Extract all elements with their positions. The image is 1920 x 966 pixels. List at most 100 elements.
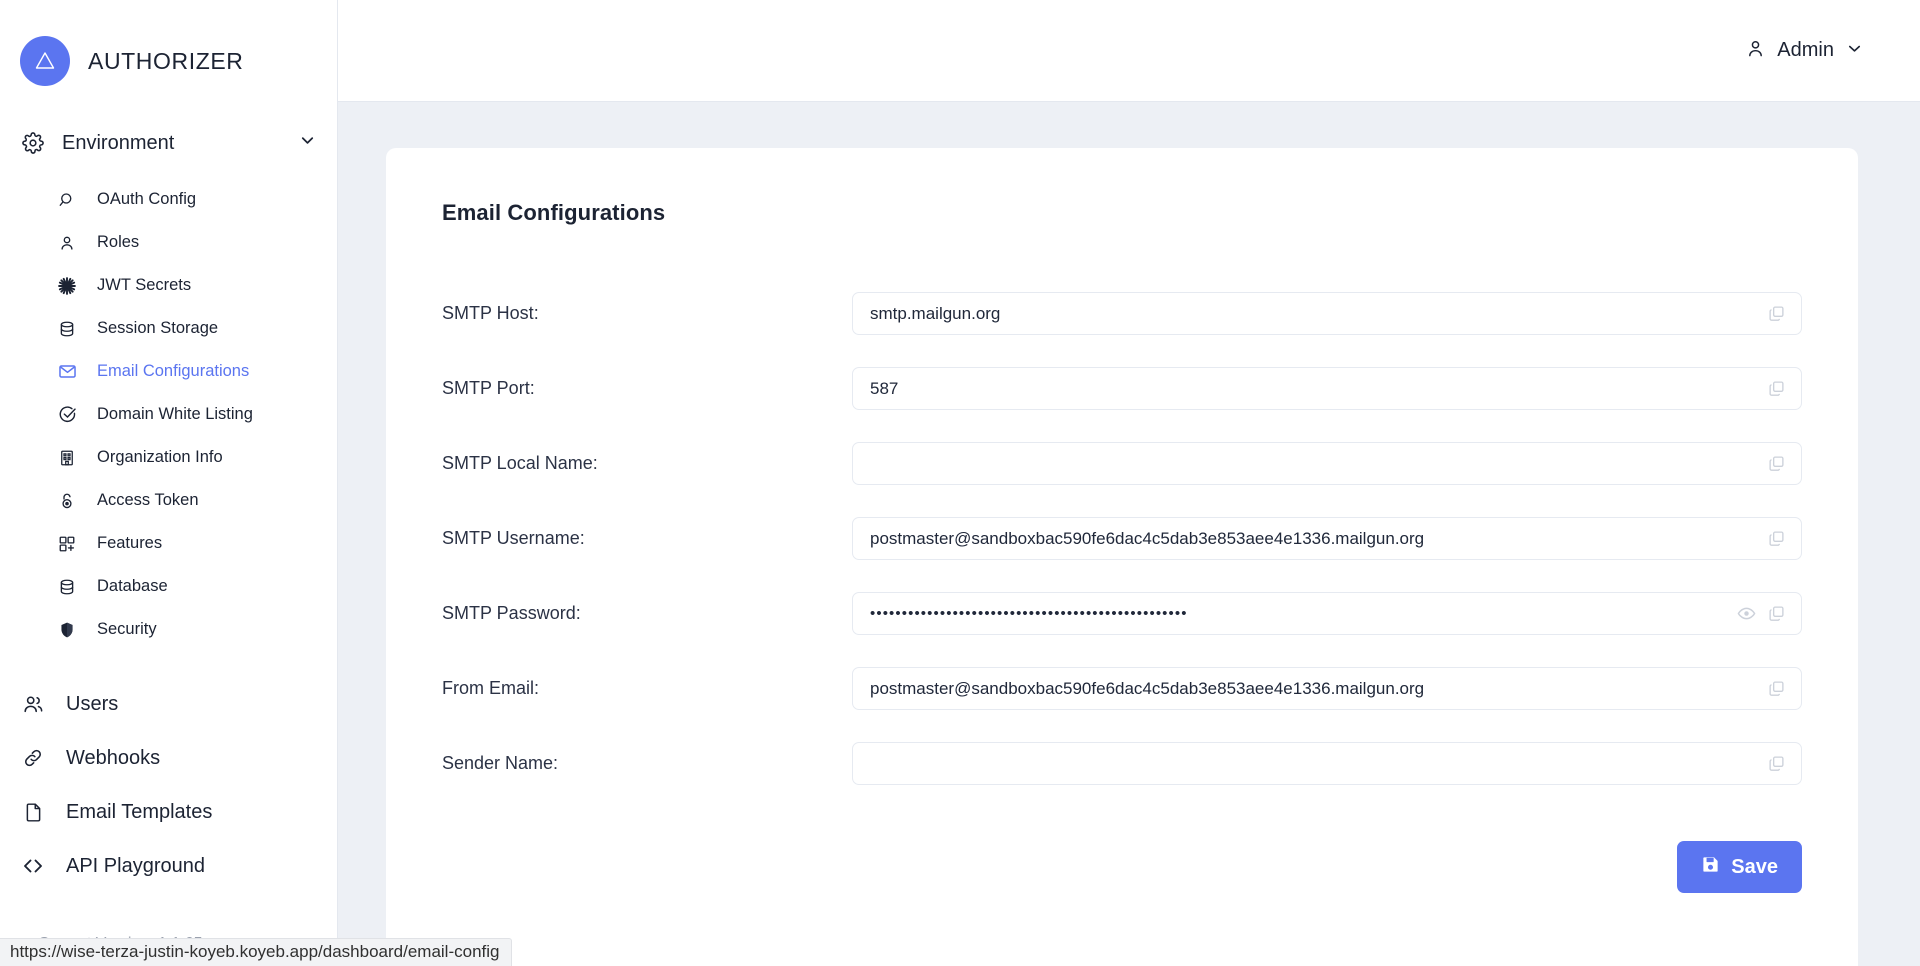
sidebar-mainnav: Users Webhooks Email Templates API Playg… xyxy=(0,677,337,893)
sidebar-item-users[interactable]: Users xyxy=(20,677,337,731)
code-icon xyxy=(20,854,46,878)
field-label: SMTP Port: xyxy=(442,378,852,399)
save-row: Save xyxy=(442,841,1802,893)
form-row-smtp-port: SMTP Port: 587 xyxy=(442,351,1802,426)
building-icon xyxy=(56,449,78,467)
users-icon xyxy=(20,693,46,715)
brand-name: AUTHORIZER xyxy=(88,48,244,75)
gear-icon xyxy=(20,132,46,154)
link-icon xyxy=(20,747,46,769)
shield-icon xyxy=(56,621,78,639)
app-root: AUTHORIZER Environment OAuth Config xyxy=(0,0,1920,966)
email-configurations-card: Email Configurations SMTP Host: smtp.mai… xyxy=(386,148,1858,966)
form-row-from-email: From Email: postmaster@sandboxbac590fe6d… xyxy=(442,651,1802,726)
sidebar-item-label: Roles xyxy=(97,233,139,252)
form-row-smtp-local-name: SMTP Local Name: xyxy=(442,426,1802,501)
page-title: Email Configurations xyxy=(442,200,1802,226)
sidebar-item-api-playground[interactable]: API Playground xyxy=(20,839,337,893)
copy-icon[interactable] xyxy=(1768,755,1785,772)
field-value: 587 xyxy=(853,379,1768,399)
database-icon xyxy=(56,578,78,596)
sidebar-environment-label: Environment xyxy=(62,132,282,155)
smtp-local-name-input[interactable] xyxy=(852,442,1802,485)
sidebar: AUTHORIZER Environment OAuth Config xyxy=(0,0,338,966)
field-label: SMTP Host: xyxy=(442,303,852,324)
unlock-icon xyxy=(56,492,78,510)
sidebar-item-label: API Playground xyxy=(66,855,205,878)
form-row-sender-name: Sender Name: xyxy=(442,726,1802,801)
sidebar-item-label: Security xyxy=(97,620,157,639)
copy-icon[interactable] xyxy=(1768,455,1785,472)
copy-icon[interactable] xyxy=(1768,605,1785,622)
sidebar-item-features[interactable]: Features xyxy=(56,522,337,565)
sidebar-item-session-storage[interactable]: Session Storage xyxy=(56,307,337,350)
sidebar-item-organization-info[interactable]: Organization Info xyxy=(56,436,337,479)
check-circle-icon xyxy=(56,405,78,424)
save-button-label: Save xyxy=(1731,856,1778,879)
email-config-form: SMTP Host: smtp.mailgun.org SMTP Port: xyxy=(442,276,1802,893)
search-icon xyxy=(56,191,78,209)
main-area: Admin Email Configurations SMTP Host: sm… xyxy=(338,0,1920,966)
save-button[interactable]: Save xyxy=(1677,841,1802,893)
copy-icon[interactable] xyxy=(1768,680,1785,697)
copy-icon[interactable] xyxy=(1768,530,1785,547)
sidebar-item-webhooks[interactable]: Webhooks xyxy=(20,731,337,785)
field-value: ••••••••••••••••••••••••••••••••••••••••… xyxy=(853,605,1737,622)
sidebar-item-label: Users xyxy=(66,693,118,716)
field-value: postmaster@sandboxbac590fe6dac4c5dab3e85… xyxy=(853,529,1768,549)
admin-label: Admin xyxy=(1777,39,1834,62)
sidebar-item-email-configurations[interactable]: Email Configurations xyxy=(56,350,337,393)
copy-icon[interactable] xyxy=(1768,380,1785,397)
save-icon xyxy=(1701,855,1720,880)
sidebar-item-label: Features xyxy=(97,534,162,553)
sidebar-item-email-templates[interactable]: Email Templates xyxy=(20,785,337,839)
sidebar-item-security[interactable]: Security xyxy=(56,608,337,651)
smtp-password-input[interactable]: ••••••••••••••••••••••••••••••••••••••••… xyxy=(852,592,1802,635)
field-value: postmaster@sandboxbac590fe6dac4c5dab3e85… xyxy=(853,679,1768,699)
sidebar-item-access-token[interactable]: Access Token xyxy=(56,479,337,522)
file-icon xyxy=(20,802,46,823)
sidebar-item-label: Session Storage xyxy=(97,319,218,338)
user-icon xyxy=(56,234,78,252)
eye-icon[interactable] xyxy=(1737,604,1756,623)
sidebar-item-oauth-config[interactable]: OAuth Config xyxy=(56,178,337,221)
sender-name-input[interactable] xyxy=(852,742,1802,785)
sidebar-item-label: Organization Info xyxy=(97,448,223,467)
smtp-port-input[interactable]: 587 xyxy=(852,367,1802,410)
database-icon xyxy=(56,320,78,338)
copy-icon[interactable] xyxy=(1768,305,1785,322)
chevron-down-icon[interactable] xyxy=(298,131,317,155)
sidebar-item-roles[interactable]: Roles xyxy=(56,221,337,264)
sidebar-item-jwt-secrets[interactable]: JWT Secrets xyxy=(56,264,337,307)
content-area: Email Configurations SMTP Host: smtp.mai… xyxy=(338,102,1920,966)
topbar: Admin xyxy=(338,0,1920,102)
sidebar-item-label: Database xyxy=(97,577,168,596)
status-bar-url: https://wise-terza-justin-koyeb.koyeb.ap… xyxy=(0,938,512,966)
smtp-host-input[interactable]: smtp.mailgun.org xyxy=(852,292,1802,335)
from-email-input[interactable]: postmaster@sandboxbac590fe6dac4c5dab3e85… xyxy=(852,667,1802,710)
sidebar-section-environment[interactable]: Environment xyxy=(0,126,337,160)
sidebar-item-label: Email Templates xyxy=(66,801,212,824)
admin-menu[interactable]: Admin xyxy=(1745,38,1864,64)
form-row-smtp-password: SMTP Password: •••••••••••••••••••••••••… xyxy=(442,576,1802,651)
sidebar-item-label: Domain White Listing xyxy=(97,405,253,424)
smtp-username-input[interactable]: postmaster@sandboxbac590fe6dac4c5dab3e85… xyxy=(852,517,1802,560)
sidebar-item-label: Email Configurations xyxy=(97,362,249,381)
sidebar-item-label: Access Token xyxy=(97,491,199,510)
sidebar-item-label: Webhooks xyxy=(66,747,160,770)
field-value: smtp.mailgun.org xyxy=(853,304,1768,324)
chevron-down-icon[interactable] xyxy=(1845,39,1864,63)
brand[interactable]: AUTHORIZER xyxy=(0,0,337,86)
sidebar-item-database[interactable]: Database xyxy=(56,565,337,608)
form-row-smtp-username: SMTP Username: postmaster@sandboxbac590f… xyxy=(442,501,1802,576)
sidebar-item-label: OAuth Config xyxy=(97,190,196,209)
triangle-logo-icon xyxy=(20,36,70,86)
grid-plus-icon xyxy=(56,535,78,553)
field-label: SMTP Username: xyxy=(442,528,852,549)
field-label: From Email: xyxy=(442,678,852,699)
field-label: SMTP Local Name: xyxy=(442,453,852,474)
asterisk-icon xyxy=(56,276,78,296)
sidebar-item-domain-white-listing[interactable]: Domain White Listing xyxy=(56,393,337,436)
person-icon xyxy=(1745,38,1766,64)
field-label: Sender Name: xyxy=(442,753,852,774)
